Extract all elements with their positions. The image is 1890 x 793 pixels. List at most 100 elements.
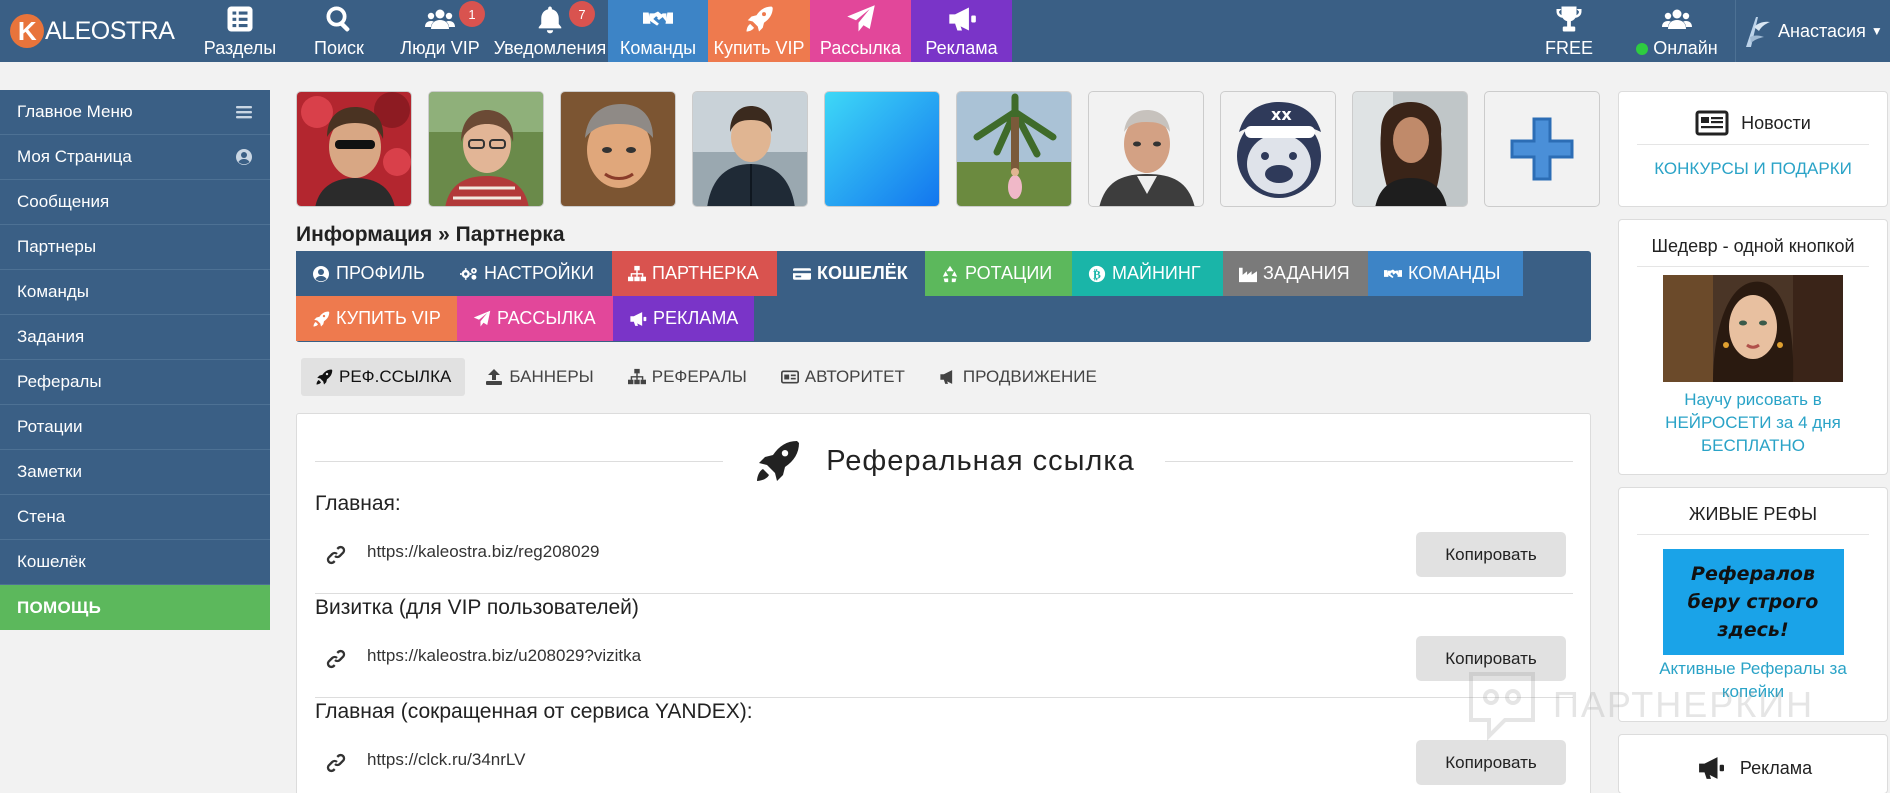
tab-label: Рассылка	[497, 308, 596, 328]
breadcrumb: Информация » Партнерка	[296, 223, 565, 247]
tab-tasks[interactable]: Задания	[1223, 251, 1368, 296]
sidebar-item-my-page[interactable]: Моя Страница	[0, 135, 270, 180]
ref-link-url[interactable]: https://clck.ru/34nrLV	[367, 750, 525, 770]
nav-vip-people[interactable]: Люди VIP 1	[388, 0, 492, 62]
nav-notifications[interactable]: Уведомления 7	[492, 0, 608, 62]
sidebar-item-label: Ротации	[17, 417, 83, 436]
user-circle-icon	[236, 149, 252, 165]
sidebar-item-rotations[interactable]: Ротации	[0, 405, 270, 450]
subtab-promotion[interactable]: ПРОДВИЖЕНИЕ	[925, 358, 1111, 396]
partner-avatar[interactable]	[692, 91, 808, 207]
nav-label: Команды	[619, 38, 697, 58]
tab-settings[interactable]: Настройки	[444, 251, 612, 296]
user-name: Анастасия	[1778, 20, 1866, 41]
affiliate-subtabs: РЕФ.ССЫЛКА БАННЕРЫ РЕФЕРАЛЫ АВТОРИТЕТ ПР…	[301, 358, 1111, 396]
news-title: Новости	[1619, 92, 1887, 144]
bullhorn-icon	[940, 370, 953, 384]
tab-wallet[interactable]: Кошелёк	[777, 251, 925, 296]
nav-label: Онлайн	[1636, 38, 1718, 59]
contests-link[interactable]: КОНКУРСЫ И ПОДАРКИ	[1619, 145, 1887, 179]
promo-link[interactable]: Научу рисовать в НЕЙРОСЕТИ за 4 дня БЕСП…	[1619, 382, 1887, 457]
tab-buy-vip[interactable]: Купить VIP	[296, 296, 457, 341]
watermark-text: ПАРТНЕРКИН	[1553, 684, 1815, 725]
subtab-referrals[interactable]: РЕФЕРАЛЫ	[614, 358, 761, 396]
partner-avatar[interactable]	[1088, 91, 1204, 207]
ref-link-url[interactable]: https://kaleostra.biz/u208029?vizitka	[367, 646, 641, 666]
partner-avatars: xx	[296, 91, 1600, 207]
sidebar-item-messages[interactable]: Сообщения	[0, 180, 270, 225]
news-card: Новости КОНКУРСЫ И ПОДАРКИ	[1618, 91, 1888, 207]
nav-mailing[interactable]: Рассылка	[810, 0, 911, 62]
top-nav: K ALEOSTRA Разделы Поиск Люди VIP 1 Увед…	[0, 0, 1890, 62]
partner-avatar[interactable]	[296, 91, 412, 207]
tab-affiliate[interactable]: Партнерка	[612, 251, 777, 296]
link-block-main: Главная: https://kaleostra.biz/reg208029…	[315, 492, 1573, 594]
nav-sections[interactable]: Разделы	[190, 0, 290, 62]
partner-avatar[interactable]	[428, 91, 544, 207]
sidebar-item-label: Кошелёк	[17, 552, 86, 571]
promo-image[interactable]	[1663, 275, 1843, 382]
copy-button[interactable]: Копировать	[1416, 740, 1566, 785]
promo-title: Шедевр - одной кнопкой	[1651, 235, 1855, 256]
copy-button[interactable]: Копировать	[1416, 532, 1566, 577]
sidebar-item-tasks[interactable]: Задания	[0, 315, 270, 360]
sidebar-item-referrals[interactable]: Рефералы	[0, 360, 270, 405]
subtab-label: БАННЕРЫ	[509, 367, 594, 386]
link-icon	[326, 545, 346, 565]
tab-teams[interactable]: Команды	[1368, 251, 1523, 296]
nav-ads[interactable]: Реклама	[911, 0, 1012, 62]
nav-buy-vip[interactable]: Купить VIP	[708, 0, 810, 62]
subtab-label: РЕФЕРАЛЫ	[651, 367, 747, 386]
nav-online[interactable]: Онлайн	[1619, 0, 1735, 62]
nav-teams[interactable]: Команды	[608, 0, 708, 62]
handshake-icon	[643, 11, 673, 26]
users-icon	[1662, 9, 1692, 29]
nav-search[interactable]: Поиск	[290, 0, 388, 62]
sidebar-item-wall[interactable]: Стена	[0, 495, 270, 540]
sidebar-item-label: Стена	[17, 507, 66, 526]
tab-label: Ротации	[965, 263, 1053, 283]
user-menu[interactable]: Анастасия ▼	[1735, 0, 1890, 62]
sidebar-item-teams[interactable]: Команды	[0, 270, 270, 315]
sidebar-item-notes[interactable]: Заметки	[0, 450, 270, 495]
megaphone-icon	[948, 7, 976, 31]
breadcrumb-section[interactable]: Информация	[296, 223, 432, 246]
partner-avatar[interactable]	[1352, 91, 1468, 207]
user-circle-icon	[313, 265, 329, 282]
sidebar-item-partners[interactable]: Партнеры	[0, 225, 270, 270]
partner-avatar[interactable]: xx	[1220, 91, 1336, 207]
partner-avatar[interactable]	[560, 91, 676, 207]
partner-avatar[interactable]	[824, 91, 940, 207]
tab-ads[interactable]: Реклама	[613, 296, 754, 341]
tab-mining[interactable]: ₿ Майнинг	[1072, 251, 1223, 296]
add-partner-button[interactable]	[1484, 91, 1600, 207]
industry-icon	[1239, 267, 1257, 282]
tab-rotations[interactable]: Ротации	[925, 251, 1072, 296]
subtab-banners[interactable]: БАННЕРЫ	[471, 358, 607, 396]
users-icon	[425, 9, 455, 29]
credit-card-icon	[793, 267, 811, 280]
paper-plane-icon	[473, 310, 491, 326]
tab-profile[interactable]: Профиль	[296, 251, 444, 296]
tab-label: Реклама	[653, 308, 739, 328]
sidebar-item-help[interactable]: ПОМОЩЬ	[0, 585, 270, 630]
partner-avatar[interactable]	[956, 91, 1072, 207]
promo-card: Шедевр - одной кнопкой Научу рисовать в …	[1618, 219, 1888, 475]
upload-icon	[486, 369, 503, 385]
nav-label: Рассылка	[819, 38, 902, 58]
ref-link-panel: Реферальная ссылка Главная: https://kale…	[296, 413, 1591, 793]
subtab-ref-link[interactable]: РЕФ.ССЫЛКА	[301, 358, 466, 396]
sidebar-item-main-menu[interactable]: Главное Меню	[0, 90, 270, 135]
tab-mailing[interactable]: Рассылка	[457, 296, 613, 341]
ref-link-url[interactable]: https://kaleostra.biz/reg208029	[367, 542, 599, 562]
refs-banner[interactable]: Рефералов беру строго здесь!	[1662, 549, 1844, 655]
nav-free[interactable]: FREE	[1519, 0, 1619, 62]
sidebar-item-wallet[interactable]: Кошелёк	[0, 540, 270, 585]
sidebar-item-label: Задания	[17, 327, 85, 346]
nav-label: Купить VIP	[713, 38, 805, 58]
subtab-authority[interactable]: АВТОРИТЕТ	[767, 358, 919, 396]
live-refs-title: ЖИВЫЕ РЕФЫ	[1688, 503, 1818, 524]
nav-label: FREE	[1544, 38, 1593, 58]
logo[interactable]: K ALEOSTRA	[0, 0, 190, 62]
paper-plane-icon	[846, 5, 875, 32]
